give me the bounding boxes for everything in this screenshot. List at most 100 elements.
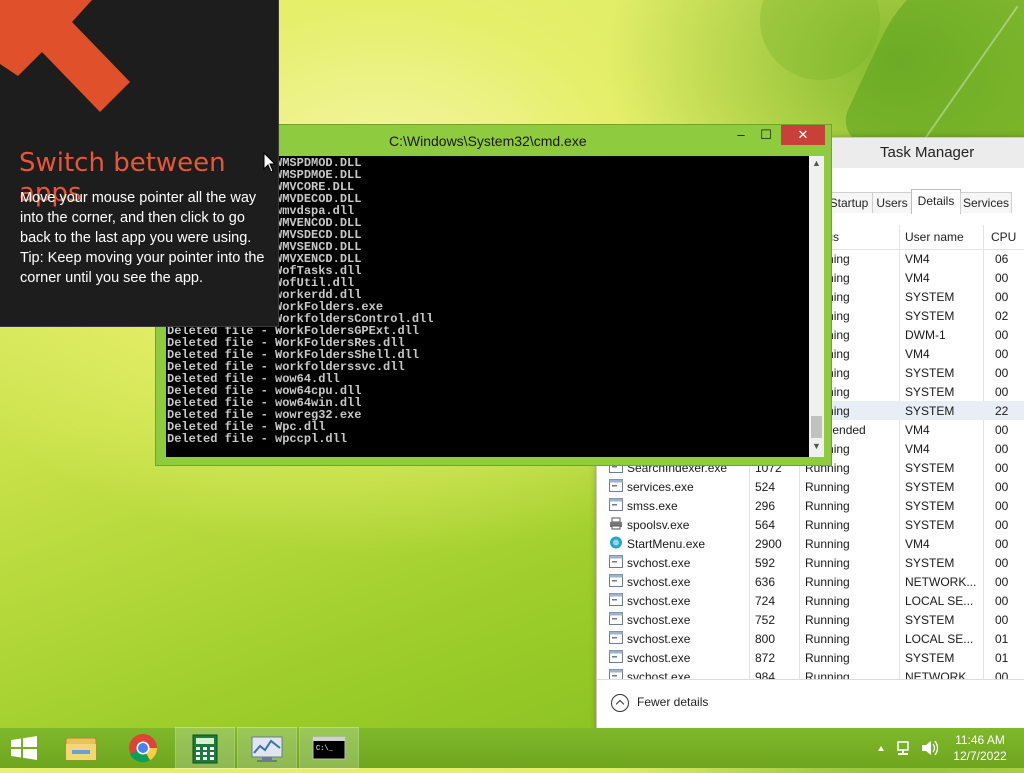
taskbar-cmd[interactable]: C:\_ [299,727,359,769]
app-icon [609,650,623,663]
process-user: SYSTEM [905,613,955,627]
process-user: NETWORK [905,670,967,679]
process-user: LOCAL SE... [905,632,974,646]
process-row[interactable]: svchost.exe 752 Running SYSTEM 00 [597,610,1024,629]
minimize-button[interactable]: – [728,125,754,145]
process-name: spoolsv.exe [627,518,690,532]
process-row[interactable]: svchost.exe 984 Running NETWORK 00 [597,667,1024,679]
process-row[interactable]: services.exe 524 Running SYSTEM 00 [597,477,1024,496]
process-user: SYSTEM [905,518,955,532]
resource-monitor-icon [251,736,283,762]
printer-icon [610,517,622,530]
chevron-up-circle-icon [611,694,629,712]
process-cpu: 00 [995,328,1009,342]
process-row[interactable]: smss.exe 296 Running SYSTEM 00 [597,496,1024,515]
fewer-details-button[interactable]: Fewer details [611,694,708,712]
taskbar-resource-monitor[interactable] [237,727,297,769]
cmd-title: C:\Windows\System32\cmd.exe [389,133,587,149]
process-row[interactable]: spoolsv.exe 564 Running SYSTEM 00 [597,515,1024,534]
tab-startup[interactable]: Startup [825,192,873,213]
process-pid: 2900 [755,537,782,551]
process-row[interactable]: StartMenu.exe 2900 Running VM4 00 [597,534,1024,553]
process-cpu: 00 [995,613,1009,627]
process-name: svchost.exe [627,575,691,589]
process-name: services.exe [627,480,694,494]
process-name: svchost.exe [627,670,691,679]
close-button[interactable]: ✕ [781,125,825,145]
process-status: Running [805,480,850,494]
process-cpu: 00 [995,556,1009,570]
volume-icon [922,740,939,756]
calculator-icon [192,734,218,764]
process-cpu: 00 [995,461,1009,475]
start-button[interactable] [0,728,58,768]
process-user: VM4 [905,537,930,551]
process-user: SYSTEM [905,309,955,323]
process-cpu: 01 [995,632,1009,646]
process-user: SYSTEM [905,366,955,380]
process-user: SYSTEM [905,290,955,304]
process-pid: 724 [755,594,776,608]
scroll-down-arrow-icon[interactable]: ▼ [809,441,824,455]
process-row[interactable]: svchost.exe 800 Running LOCAL SE... 01 [597,629,1024,648]
taskbar: C:\_ 11:46 AM 12/7/2022 [0,727,1024,769]
tab-users[interactable]: Users [872,192,912,213]
process-user: VM4 [905,271,930,285]
tip-hint: Tip: Keep moving your pointer into the c… [20,250,265,286]
process-pid: 296 [755,499,776,513]
process-user: VM4 [905,252,930,266]
process-cpu: 00 [995,423,1009,437]
process-user: SYSTEM [905,404,955,418]
process-row[interactable]: svchost.exe 592 Running SYSTEM 00 [597,553,1024,572]
wallpaper-leaf [760,0,880,80]
process-user: VM4 [905,347,930,361]
app-icon [609,498,623,511]
start-icon [11,736,37,760]
taskbar-file-explorer[interactable] [52,728,110,768]
column-cpu[interactable]: CPU [991,230,1016,244]
process-cpu: 00 [995,575,1009,589]
process-name: svchost.exe [627,651,691,665]
process-name: svchost.exe [627,632,691,646]
process-pid: 564 [755,518,776,532]
process-pid: 592 [755,556,776,570]
clock[interactable]: 11:46 AM 12/7/2022 [950,732,1010,764]
process-name: svchost.exe [627,594,691,608]
process-user: DWM-1 [905,328,946,342]
maximize-button[interactable]: ☐ [753,125,779,145]
process-cpu: 00 [995,499,1009,513]
show-hidden-icons-icon [878,746,884,751]
scroll-up-arrow-icon[interactable]: ▲ [809,158,824,172]
process-cpu: 02 [995,309,1009,323]
process-cpu: 00 [995,366,1009,380]
taskbar-chrome[interactable] [114,728,172,768]
process-row[interactable]: svchost.exe 636 Running NETWORK... 00 [597,572,1024,591]
mouse-pointer-icon [263,152,277,173]
column-user-name[interactable]: User name [905,230,964,244]
process-status: Running [805,575,850,589]
process-status: Running [805,556,850,570]
cmd-scrollbar[interactable]: ▲ ▼ [809,156,824,457]
process-user: SYSTEM [905,651,955,665]
taskbar-calculator[interactable] [175,727,235,769]
process-pid: 800 [755,632,776,646]
tab-services[interactable]: Services [960,192,1012,213]
process-row[interactable]: svchost.exe 872 Running SYSTEM 01 [597,648,1024,667]
process-row[interactable]: svchost.exe 724 Running LOCAL SE... 00 [597,591,1024,610]
svg-text:C:\_: C:\_ [316,745,334,753]
app-icon [609,593,623,606]
process-pid: 752 [755,613,776,627]
app-icon [609,479,623,492]
process-status: Running [805,594,850,608]
process-user: SYSTEM [905,385,955,399]
process-status: Running [805,651,850,665]
process-pid: 984 [755,670,776,679]
process-status: Running [805,518,850,532]
process-user: SYSTEM [905,556,955,570]
tab-details[interactable]: Details [911,189,961,214]
scrollbar-thumb[interactable] [811,416,822,438]
process-cpu: 01 [995,651,1009,665]
cmd-icon: C:\_ [312,736,346,760]
tip-instruction: Move your mouse pointer all the way into… [20,190,257,246]
tray-icons [878,740,939,756]
